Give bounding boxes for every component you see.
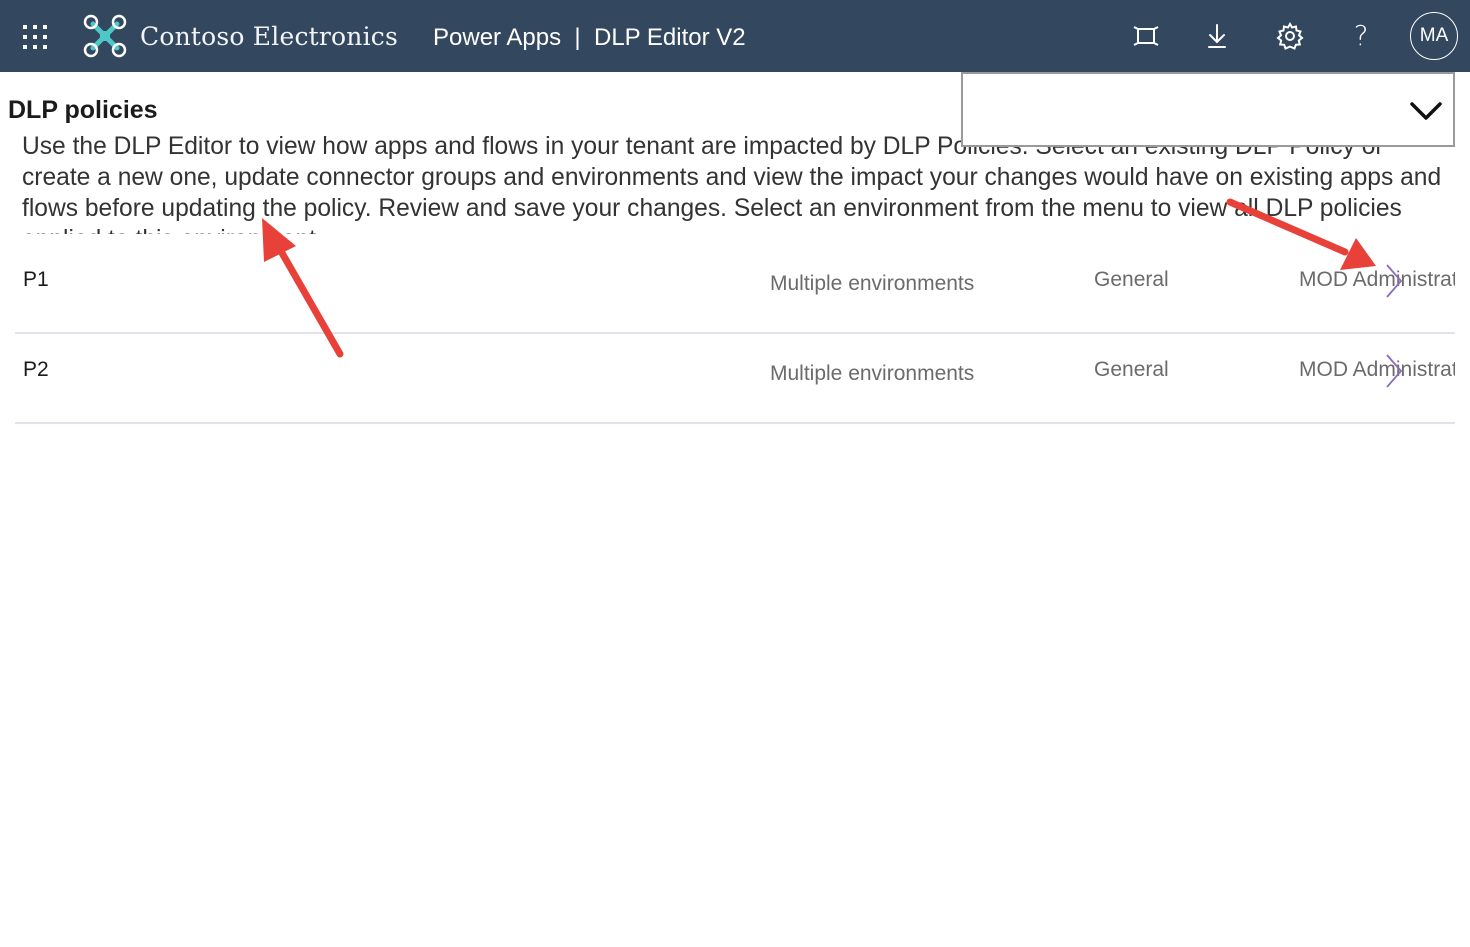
policy-type: General — [1094, 358, 1169, 381]
policy-name: P2 — [23, 358, 49, 381]
policy-environments: Multiple environments — [770, 362, 975, 385]
settings-icon[interactable] — [1274, 20, 1306, 52]
chevron-right-icon[interactable] — [1383, 352, 1407, 390]
chevron-down-icon — [1410, 102, 1442, 120]
avatar[interactable]: MA — [1410, 12, 1458, 60]
policy-name: P1 — [23, 268, 49, 291]
page-description: Use the DLP Editor to view how apps and … — [22, 134, 1442, 234]
brand-name: Contoso Electronics — [140, 22, 399, 51]
environment-dropdown[interactable] — [961, 72, 1455, 147]
help-icon[interactable]: ? — [1345, 20, 1377, 52]
top-bar: Contoso Electronics Power Apps | DLP Edi… — [0, 0, 1470, 72]
contoso-logo-icon[interactable] — [82, 13, 128, 59]
policy-type: General — [1094, 268, 1169, 291]
policy-created-by: MOD Administrator — [1299, 268, 1455, 291]
fullscreen-icon[interactable] — [1130, 20, 1162, 52]
waffle-icon[interactable] — [22, 24, 48, 50]
policy-environments: Multiple environments — [770, 272, 975, 295]
chevron-right-icon[interactable] — [1383, 262, 1407, 300]
download-icon[interactable] — [1201, 20, 1233, 52]
page-title: DLP policies — [8, 96, 158, 124]
table-row[interactable]: P2 Multiple environments General MOD Adm… — [15, 334, 1455, 424]
app-title: Power Apps | DLP Editor V2 — [433, 24, 746, 51]
table-row[interactable]: P1 Multiple environments General MOD Adm… — [15, 244, 1455, 334]
policy-created-by: MOD Administrator — [1299, 358, 1455, 381]
description-container[interactable]: Use the DLP Editor to view how apps and … — [22, 134, 1452, 234]
